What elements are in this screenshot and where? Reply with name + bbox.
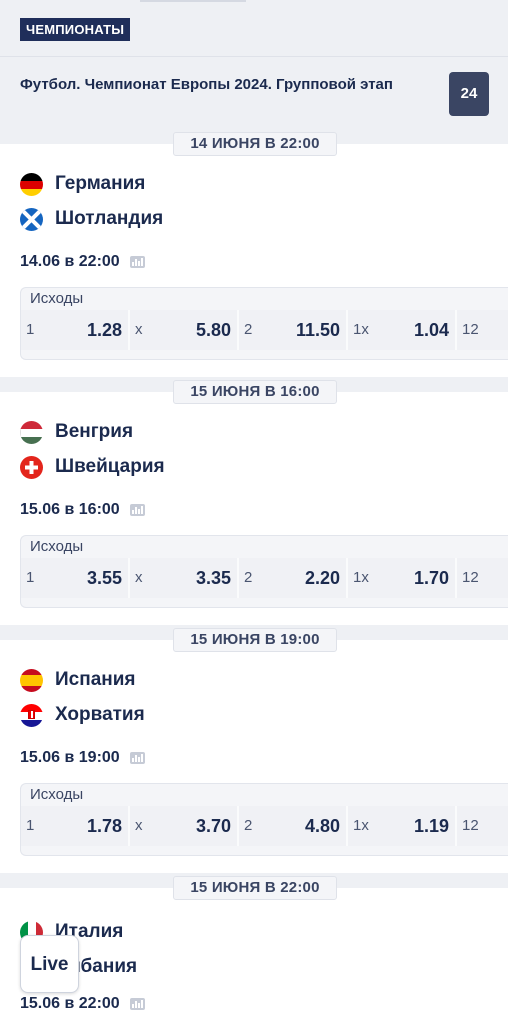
- event-time: 15.06 в 19:00: [20, 749, 145, 767]
- germany-flag-icon: [20, 172, 43, 196]
- odd-value: 2.20: [304, 568, 340, 588]
- outcomes-title: Исходы: [30, 538, 84, 555]
- outcomes-market: Исходы 1 1.28 x 5.80 2 11.50 1x 1.04 12: [20, 287, 508, 360]
- odd-button-1x[interactable]: 1x 1.04: [348, 310, 457, 350]
- odd-label: x: [135, 321, 143, 338]
- event-date-chip: 15 ИЮНЯ В 22:00: [173, 876, 337, 900]
- odd-value: 1.70: [413, 568, 449, 588]
- stats-icon[interactable]: [129, 998, 145, 1010]
- odd-label: 1x: [353, 569, 369, 586]
- odds-row: 1 3.55 x 3.35 2 2.20 1x 1.70 12: [21, 558, 508, 598]
- odd-label: x: [135, 569, 143, 586]
- odd-button-2[interactable]: 2 2.20: [239, 558, 348, 598]
- event-time: 15.06 в 22:00: [20, 995, 145, 1013]
- league-match-count: 24: [449, 72, 489, 116]
- odd-button-12[interactable]: 12: [457, 310, 508, 350]
- event-time-text: 15.06 в 19:00: [20, 749, 120, 766]
- stats-icon[interactable]: [129, 752, 145, 764]
- spain-flag-icon: [20, 668, 43, 692]
- odd-value: 5.80: [195, 320, 231, 340]
- outcomes-title: Исходы: [30, 290, 84, 307]
- top-divider: [140, 0, 246, 2]
- odd-value: 1.19: [413, 816, 449, 836]
- odd-button-2[interactable]: 2 4.80: [239, 806, 348, 846]
- odd-button-x[interactable]: x 3.35: [130, 558, 239, 598]
- odd-label: 2: [244, 817, 253, 834]
- odd-value: 1.78: [86, 816, 122, 836]
- team-name: Испания: [55, 669, 136, 690]
- stats-icon[interactable]: [129, 504, 145, 516]
- scotland-flag-icon: [20, 207, 43, 231]
- odd-value: 11.50: [295, 320, 340, 340]
- odd-label: 1x: [353, 817, 369, 834]
- team-name: Шотландия: [55, 208, 164, 229]
- team-row: Германия: [20, 171, 145, 197]
- odd-value: 4.80: [304, 816, 340, 836]
- event-time: 15.06 в 16:00: [20, 501, 145, 519]
- odd-value: 3.35: [195, 568, 231, 588]
- odd-label: 12: [462, 321, 479, 338]
- outcomes-market: Исходы 1 1.78 x 3.70 2 4.80 1x 1.19 12: [20, 783, 508, 856]
- odd-button-1[interactable]: 1 1.78: [21, 806, 130, 846]
- hungary-flag-icon: [20, 420, 43, 444]
- outcomes-title: Исходы: [30, 786, 84, 803]
- switzerland-flag-icon: [20, 455, 43, 479]
- team-name: Хорватия: [55, 704, 145, 725]
- live-button[interactable]: Live: [20, 935, 79, 993]
- event-card[interactable]: 15 ИЮНЯ В 16:00 Венгрия Швейцария 15.06 …: [0, 380, 508, 625]
- event-card[interactable]: 14 ИЮНЯ В 22:00 Германия Шотландия 14.06…: [0, 132, 508, 377]
- event-time: 14.06 в 22:00: [20, 253, 145, 271]
- league-header[interactable]: Футбол. Чемпионат Европы 2024. Групповой…: [0, 56, 508, 142]
- odd-button-x[interactable]: x 3.70: [130, 806, 239, 846]
- event-time-text: 14.06 в 22:00: [20, 253, 120, 270]
- event-time-text: 15.06 в 16:00: [20, 501, 120, 518]
- odd-label: 1: [26, 817, 35, 834]
- odd-label: 12: [462, 817, 479, 834]
- team-name: Швейцария: [55, 456, 165, 477]
- odd-button-1x[interactable]: 1x 1.70: [348, 558, 457, 598]
- odd-value: 1.28: [86, 320, 122, 340]
- odd-label: 12: [462, 569, 479, 586]
- odd-value: 3.55: [86, 568, 122, 588]
- event-time-text: 15.06 в 22:00: [20, 995, 120, 1012]
- team-name: Германия: [55, 173, 146, 194]
- odd-label: 1: [26, 321, 35, 338]
- team-row: Испания: [20, 667, 136, 693]
- odd-label: 1: [26, 569, 35, 586]
- team-row: Швейцария: [20, 454, 165, 480]
- event-date-chip: 14 ИЮНЯ В 22:00: [173, 132, 337, 156]
- odd-button-1x[interactable]: 1x 1.19: [348, 806, 457, 846]
- event-date-chip: 15 ИЮНЯ В 19:00: [173, 628, 337, 652]
- odd-value: 1.04: [413, 320, 449, 340]
- event-card[interactable]: 15 ИЮНЯ В 19:00 Испания Хорватия 15.06 в…: [0, 628, 508, 873]
- odds-row: 1 1.78 x 3.70 2 4.80 1x 1.19 12: [21, 806, 508, 846]
- odd-label: 1x: [353, 321, 369, 338]
- championships-badge[interactable]: ЧЕМПИОНАТЫ: [20, 18, 131, 41]
- odd-button-12[interactable]: 12: [457, 806, 508, 846]
- stats-icon[interactable]: [129, 256, 145, 268]
- odd-label: 2: [244, 569, 253, 586]
- outcomes-market: Исходы 1 3.55 x 3.35 2 2.20 1x 1.70 12: [20, 535, 508, 608]
- odd-button-1[interactable]: 1 1.28: [21, 310, 130, 350]
- team-row: Хорватия: [20, 702, 145, 728]
- odd-button-12[interactable]: 12: [457, 558, 508, 598]
- league-title: Футбол. Чемпионат Европы 2024. Групповой…: [20, 76, 393, 93]
- odd-label: 2: [244, 321, 253, 338]
- odd-button-2[interactable]: 2 11.50: [239, 310, 348, 350]
- odd-button-1[interactable]: 1 3.55: [21, 558, 130, 598]
- event-date-chip: 15 ИЮНЯ В 16:00: [173, 380, 337, 404]
- odd-value: 3.70: [195, 816, 231, 836]
- team-row: Венгрия: [20, 419, 133, 445]
- team-name: Венгрия: [55, 421, 134, 442]
- odd-label: x: [135, 817, 143, 834]
- croatia-flag-icon: [20, 703, 43, 727]
- odds-row: 1 1.28 x 5.80 2 11.50 1x 1.04 12: [21, 310, 508, 350]
- team-row: Шотландия: [20, 206, 163, 232]
- odd-button-x[interactable]: x 5.80: [130, 310, 239, 350]
